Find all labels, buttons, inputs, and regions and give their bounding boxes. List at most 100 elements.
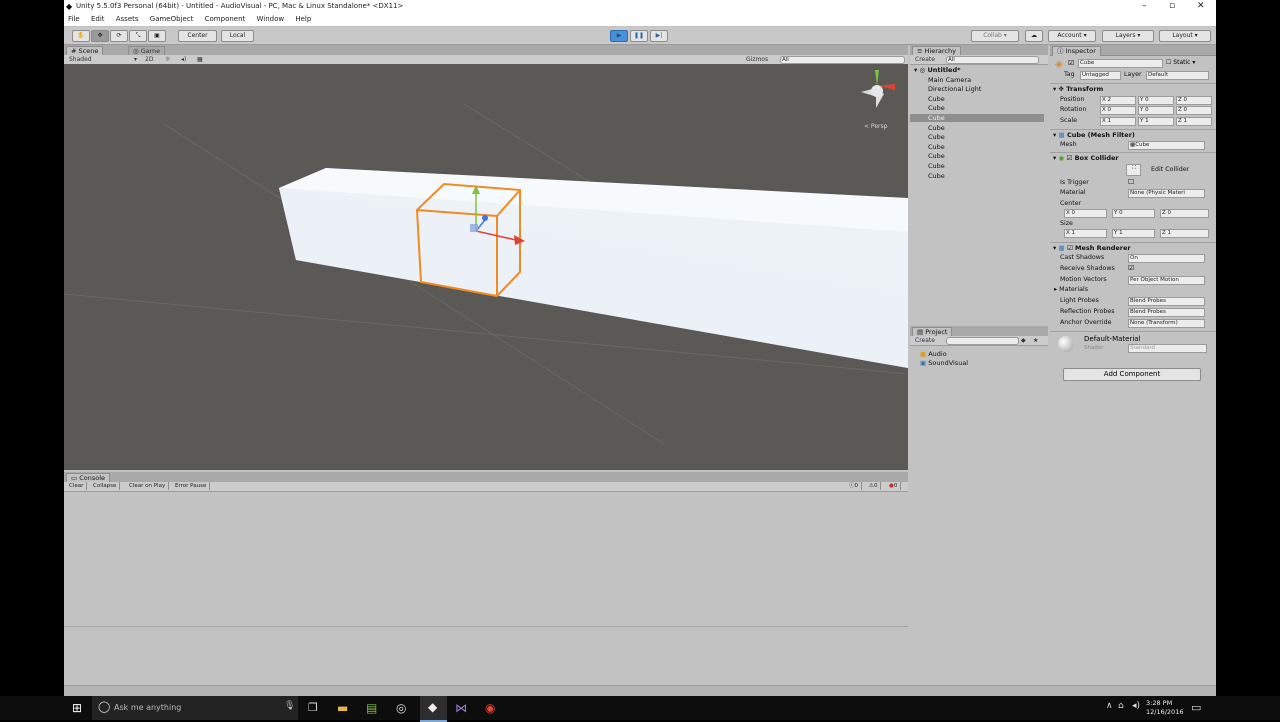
transform-header[interactable]: ▾ ✥ Transform — [1050, 83, 1216, 94]
project-favorite-icon[interactable]: ★ — [1033, 336, 1038, 345]
console-collapse-button[interactable]: Collapse — [90, 482, 121, 490]
collider-enabled-checkbox[interactable]: ☑ — [1066, 154, 1072, 162]
microphone-icon[interactable]: 🎙 — [284, 701, 295, 711]
menu-gameobject[interactable]: GameObject — [150, 14, 194, 25]
hierarchy-item-main-camera[interactable]: Main Camera — [928, 76, 971, 84]
account-dropdown[interactable]: Account ▾ — [1048, 30, 1096, 42]
unity-hub-icon[interactable]: ◎ — [396, 701, 410, 715]
materials-foldout[interactable]: ▸ Materials — [1054, 286, 1088, 293]
notifications-icon[interactable]: ▭ — [1191, 701, 1201, 714]
object-name-field[interactable]: Cube — [1078, 59, 1163, 68]
console-log-count[interactable]: ⓘ0 — [846, 482, 863, 490]
tag-dropdown[interactable]: Untagged — [1080, 71, 1121, 80]
menu-assets[interactable]: Assets — [116, 14, 139, 25]
mesh-renderer-header[interactable]: ▾ ▦ ☑ Mesh Renderer — [1050, 242, 1216, 253]
console-error-count[interactable]: ●0 — [886, 482, 902, 490]
collab-button[interactable]: Collab ▾ — [971, 30, 1019, 42]
mesh-field[interactable]: ▦Cube — [1128, 141, 1205, 150]
layout-dropdown[interactable]: Layout ▾ — [1159, 30, 1211, 42]
menu-edit[interactable]: Edit — [91, 14, 105, 25]
center-z-field[interactable]: Z 0 — [1160, 209, 1209, 218]
project-filter-icon[interactable]: ◆ — [1021, 336, 1026, 345]
tray-chevron-icon[interactable]: ∧ — [1106, 701, 1113, 711]
position-y-field[interactable]: Y 0 — [1138, 96, 1174, 105]
orientation-gizmo[interactable] — [861, 70, 895, 108]
menu-window[interactable]: Window — [257, 14, 285, 25]
volume-icon[interactable]: ◂) — [1132, 701, 1140, 711]
console-warning-count[interactable]: ⚠0 — [866, 482, 882, 490]
center-x-field[interactable]: X 0 — [1064, 209, 1107, 218]
anchor-override-field[interactable]: None (Transform) — [1128, 319, 1205, 328]
console-clear-on-play-button[interactable]: Clear on Play — [126, 482, 170, 490]
audio-icon[interactable]: ◂) — [181, 55, 186, 64]
project-item-soundvisual[interactable]: ▣ SoundVisual — [920, 359, 968, 367]
size-x-field[interactable]: X 1 — [1064, 229, 1107, 238]
menu-component[interactable]: Component — [205, 14, 246, 25]
scale-tool-button[interactable]: ⤡ — [129, 30, 147, 42]
project-item-audio[interactable]: ■ Audio — [920, 350, 947, 358]
is-trigger-checkbox[interactable]: ☐ — [1128, 178, 1134, 186]
file-explorer-icon[interactable]: ▬ — [337, 701, 351, 715]
static-checkbox[interactable]: ☐ Static ▾ — [1166, 59, 1195, 66]
pause-button[interactable]: ❚❚ — [630, 30, 648, 42]
hierarchy-item-cube[interactable]: Cube — [928, 162, 945, 170]
size-y-field[interactable]: Y 1 — [1112, 229, 1155, 238]
hierarchy-item-cube-selected[interactable]: Cube — [910, 114, 1044, 122]
motion-vectors-dropdown[interactable]: Per Object Motion — [1128, 276, 1205, 285]
scene-search-input[interactable]: All — [780, 56, 905, 64]
lighting-icon[interactable]: ☼ — [165, 55, 170, 64]
hierarchy-item-cube[interactable]: Cube — [928, 104, 945, 112]
tab-inspector[interactable]: ⓘ Inspector — [1052, 46, 1101, 56]
active-checkbox[interactable]: ☑ — [1068, 59, 1074, 67]
chrome-icon[interactable]: ◉ — [485, 701, 499, 715]
windows-start-icon[interactable]: ⊞ — [72, 701, 86, 715]
hierarchy-item-cube[interactable]: Cube — [928, 152, 945, 160]
mesh-renderer-enabled-checkbox[interactable]: ☑ — [1067, 244, 1073, 252]
rotate-tool-button[interactable]: ⟳ — [110, 30, 128, 42]
scale-z-field[interactable]: Z 1 — [1176, 117, 1212, 126]
cortana-search-box[interactable]: ◯ Ask me anything 🎙 — [92, 696, 298, 720]
position-z-field[interactable]: Z 0 — [1176, 96, 1212, 105]
hierarchy-item-cube[interactable]: Cube — [928, 143, 945, 151]
hierarchy-item-cube[interactable]: Cube — [928, 172, 945, 180]
hierarchy-item-cube[interactable]: Cube — [928, 95, 945, 103]
step-button[interactable]: ▶| — [650, 30, 668, 42]
menu-help[interactable]: Help — [295, 14, 311, 25]
scale-y-field[interactable]: Y 1 — [1138, 117, 1174, 126]
add-component-button[interactable]: Add Component — [1063, 368, 1201, 381]
console-log-area[interactable] — [64, 492, 908, 627]
network-icon[interactable]: ⌂ — [1118, 701, 1124, 711]
center-y-field[interactable]: Y 0 — [1112, 209, 1155, 218]
console-detail-area[interactable] — [64, 627, 908, 685]
notepad-icon[interactable]: ▤ — [366, 701, 380, 715]
minimize-button[interactable]: – — [1142, 1, 1147, 11]
collider-material-field[interactable]: None (Physic Materi — [1128, 189, 1205, 198]
hand-tool-button[interactable]: ✋ — [72, 30, 90, 42]
mesh-filter-header[interactable]: ▾ ▦ Cube (Mesh Filter) — [1050, 129, 1216, 140]
move-tool-button[interactable]: ✥ — [91, 30, 109, 42]
menu-file[interactable]: File — [68, 14, 80, 25]
task-view-icon[interactable]: ❐ — [308, 701, 322, 715]
hierarchy-item-directional-light[interactable]: Directional Light — [928, 85, 981, 93]
space-local-toggle[interactable]: Local — [221, 30, 254, 42]
position-x-field[interactable]: X 2 — [1100, 96, 1136, 105]
reflection-probes-dropdown[interactable]: Blend Probes — [1128, 308, 1205, 317]
mode-2d-toggle[interactable]: 2D — [145, 55, 153, 64]
project-create-dropdown[interactable]: Create — [915, 336, 935, 345]
effects-icon[interactable]: ▦ — [197, 55, 203, 64]
console-error-pause-button[interactable]: Error Pause — [172, 482, 211, 490]
hierarchy-create-dropdown[interactable]: Create — [915, 55, 935, 64]
rect-tool-button[interactable]: ▣ — [148, 30, 166, 42]
rotation-x-field[interactable]: X 0 — [1100, 106, 1136, 115]
edit-collider-button[interactable]: ⛶ — [1126, 164, 1141, 176]
unity-taskbar-button[interactable]: ◆ — [420, 696, 447, 722]
layers-dropdown[interactable]: Layers ▾ — [1102, 30, 1154, 42]
pivot-center-toggle[interactable]: Center — [178, 30, 217, 42]
hierarchy-search-input[interactable]: All — [946, 56, 1039, 64]
hierarchy-item-cube[interactable]: Cube — [928, 124, 945, 132]
clock-date[interactable]: 12/16/2016 — [1146, 708, 1183, 716]
light-probes-dropdown[interactable]: Blend Probes — [1128, 297, 1205, 306]
rotation-z-field[interactable]: Z 0 — [1176, 106, 1212, 115]
project-search-input[interactable] — [946, 337, 1019, 345]
console-clear-button[interactable]: Clear — [66, 482, 88, 490]
